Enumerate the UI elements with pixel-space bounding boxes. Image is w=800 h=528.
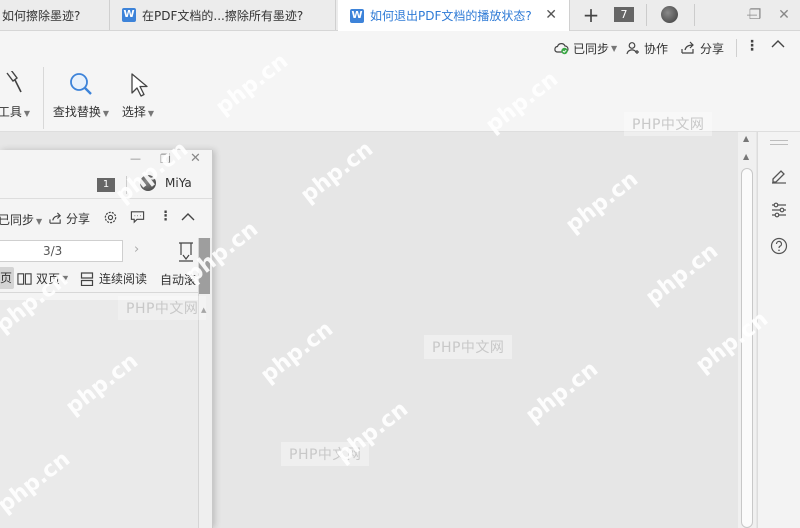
person-add-icon bbox=[626, 42, 639, 55]
divider bbox=[736, 39, 737, 57]
share-label: 分享 bbox=[66, 212, 91, 226]
user-name[interactable]: MiYa bbox=[165, 176, 192, 190]
wrench-icon bbox=[6, 71, 22, 93]
collapse-ribbon-button[interactable] bbox=[180, 211, 196, 226]
single-page-label: 页 bbox=[0, 271, 12, 285]
next-page-icon[interactable]: › bbox=[134, 242, 139, 257]
share-button[interactable]: 分享 bbox=[49, 210, 90, 227]
page-indicator: 3/3 bbox=[43, 244, 63, 258]
find-replace-button[interactable]: 查找替换 ▼ bbox=[52, 69, 110, 120]
collaborate-label: 协作 bbox=[644, 41, 669, 56]
collaborate-button[interactable]: 协作 bbox=[626, 40, 668, 56]
tab-bar: 如何擦除墨迹? W 在PDF文档的...擦除所有墨迹? W 如何退出PDF文档的… bbox=[0, 0, 800, 31]
share-label: 分享 bbox=[700, 41, 725, 56]
continuous-read-label: 连续阅读 bbox=[99, 272, 148, 286]
panel-grip bbox=[770, 144, 788, 145]
cloud-synced-icon bbox=[554, 43, 569, 55]
chevron-down-icon: ▼ bbox=[102, 109, 110, 118]
chevron-up-icon bbox=[771, 40, 785, 48]
avatar[interactable] bbox=[661, 6, 678, 23]
sync-status-button[interactable]: 已同步 ▼ bbox=[553, 40, 617, 56]
tools-button[interactable]: 工具 ▼ bbox=[0, 69, 34, 120]
tab-count-badge[interactable]: 7 bbox=[614, 7, 634, 22]
tab-label: 在PDF文档的...擦除所有墨迹? bbox=[142, 8, 304, 23]
share-icon bbox=[49, 212, 61, 224]
more-options-button[interactable]: ⋮ bbox=[745, 38, 759, 54]
sync-label: 已同步 bbox=[0, 213, 35, 227]
tab-pdf-erase-all-ink[interactable]: W 在PDF文档的...擦除所有墨迹? bbox=[110, 0, 336, 30]
window-close-button[interactable]: ✕ bbox=[772, 0, 796, 30]
wps-doc-icon: W bbox=[350, 8, 364, 23]
double-page-icon bbox=[17, 272, 32, 285]
page-number-input[interactable]: 3/3 bbox=[0, 240, 123, 262]
search-icon bbox=[70, 73, 92, 95]
divider bbox=[43, 67, 44, 129]
share-icon bbox=[681, 41, 694, 54]
share-button[interactable]: 分享 bbox=[681, 40, 724, 56]
panel-grip bbox=[770, 140, 788, 141]
chevron-down-icon: ▼ bbox=[147, 109, 155, 118]
eraser-pen-icon[interactable] bbox=[768, 164, 790, 186]
find-replace-label: 查找替换 bbox=[52, 105, 101, 119]
select-button[interactable]: 选择 ▼ bbox=[120, 69, 156, 120]
chevron-up-icon bbox=[181, 213, 195, 221]
minimize-button[interactable]: — bbox=[130, 152, 141, 165]
tab-label: 如何擦除墨迹? bbox=[2, 8, 81, 23]
window-close-button[interactable]: ✕ bbox=[190, 151, 201, 166]
divider bbox=[694, 4, 695, 26]
help-icon[interactable] bbox=[768, 235, 790, 257]
select-label: 选择 bbox=[121, 105, 146, 119]
continuous-page-icon bbox=[80, 271, 94, 286]
wps-doc-icon: W bbox=[122, 8, 136, 22]
tab-close-icon[interactable]: ✕ bbox=[545, 7, 557, 23]
watermark-label: PHP中文网 bbox=[624, 112, 713, 136]
watermark-label: PHP中文网 bbox=[118, 296, 207, 320]
single-page-view-button[interactable]: 页 bbox=[0, 267, 14, 289]
cursor-arrow-icon bbox=[131, 73, 148, 97]
chevron-down-icon: ▼ bbox=[611, 43, 618, 53]
divider bbox=[0, 198, 212, 199]
chevron-down-icon: ▼ bbox=[23, 109, 31, 118]
scroll-up-icon[interactable]: ▲ bbox=[743, 152, 749, 161]
sync-status-button[interactable]: 已同步 ▼ bbox=[0, 211, 42, 228]
comment-icon[interactable] bbox=[130, 210, 145, 227]
more-options-button[interactable]: ⋮ bbox=[159, 209, 172, 224]
divider bbox=[646, 4, 647, 26]
continuous-read-button[interactable]: 连续阅读 bbox=[80, 270, 147, 287]
watermark-label: PHP中文网 bbox=[424, 335, 513, 359]
tools-label: 工具 bbox=[0, 105, 22, 119]
collapse-ribbon-button[interactable] bbox=[770, 37, 786, 51]
settings-gear-icon[interactable] bbox=[103, 210, 118, 228]
new-tab-button[interactable]: + bbox=[578, 0, 604, 30]
tab-label: 如何退出PDF文档的播放状态? bbox=[370, 9, 532, 23]
scroll-up-icon[interactable]: ▲ bbox=[743, 134, 749, 143]
restore-button[interactable]: ❐ bbox=[744, 0, 766, 30]
settings-sliders-icon[interactable] bbox=[768, 199, 790, 221]
tab-exit-pdf-playback[interactable]: W 如何退出PDF文档的播放状态? ✕ bbox=[338, 0, 570, 31]
tab-erase-ink[interactable]: 如何擦除墨迹? bbox=[0, 0, 110, 30]
sync-label: 已同步 bbox=[573, 41, 610, 56]
chevron-down-icon: ▼ bbox=[36, 217, 43, 226]
